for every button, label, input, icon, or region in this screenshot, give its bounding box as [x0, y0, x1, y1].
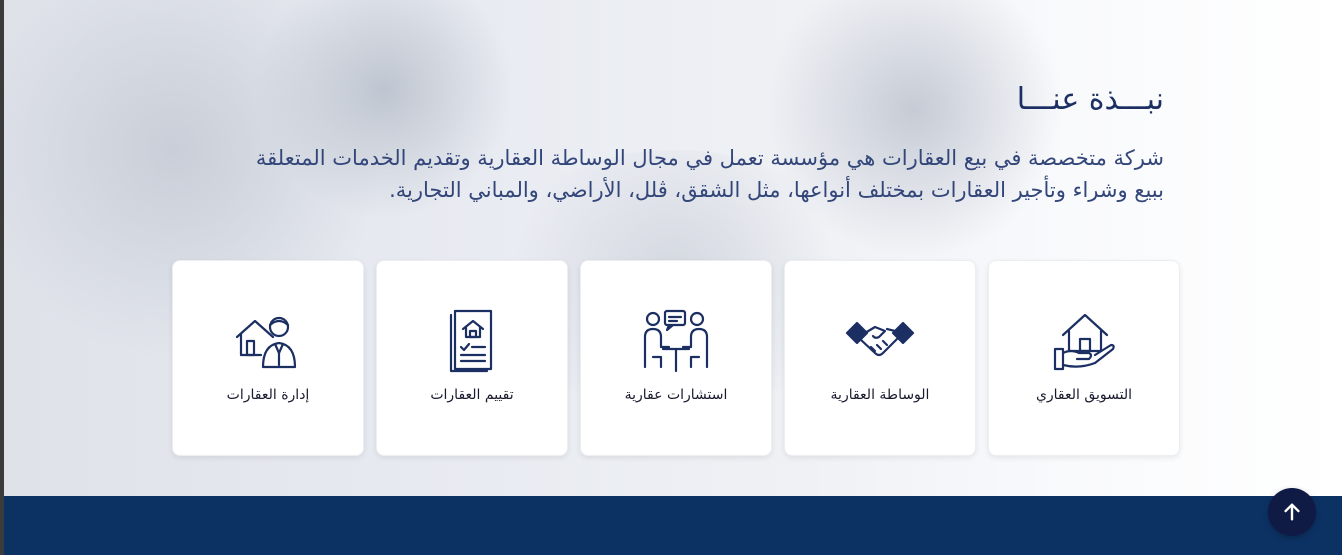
handshake-icon: [845, 309, 915, 373]
services-cards: إدارة العقارات تقييم العقارات استشارات ع…: [172, 260, 1180, 456]
service-card-marketing[interactable]: التسويق العقاري: [988, 260, 1180, 456]
property-document-icon: [437, 309, 507, 373]
scroll-to-top-button[interactable]: [1268, 488, 1316, 536]
property-manager-icon: [233, 309, 303, 373]
service-card-consultations[interactable]: استشارات عقارية: [580, 260, 772, 456]
service-label: التسويق العقاري: [1035, 387, 1133, 403]
house-in-hand-icon: [1049, 309, 1119, 373]
service-label: تقييم العقارات: [430, 387, 514, 403]
service-label: الوساطة العقارية: [830, 387, 930, 403]
service-card-property-valuation[interactable]: تقييم العقارات: [376, 260, 568, 456]
about-title: نبـــذة عنـــا: [1016, 82, 1164, 117]
service-label: إدارة العقارات: [226, 387, 310, 403]
service-card-property-management[interactable]: إدارة العقارات: [172, 260, 364, 456]
arrow-up-icon: [1284, 503, 1300, 521]
consultation-icon: [641, 309, 711, 373]
about-description: شركة متخصصة في بيع العقارات هي مؤسسة تعم…: [255, 146, 1164, 202]
service-label: استشارات عقارية: [624, 387, 728, 403]
service-card-brokerage[interactable]: الوساطة العقارية: [784, 260, 976, 456]
footer: [4, 496, 1342, 555]
